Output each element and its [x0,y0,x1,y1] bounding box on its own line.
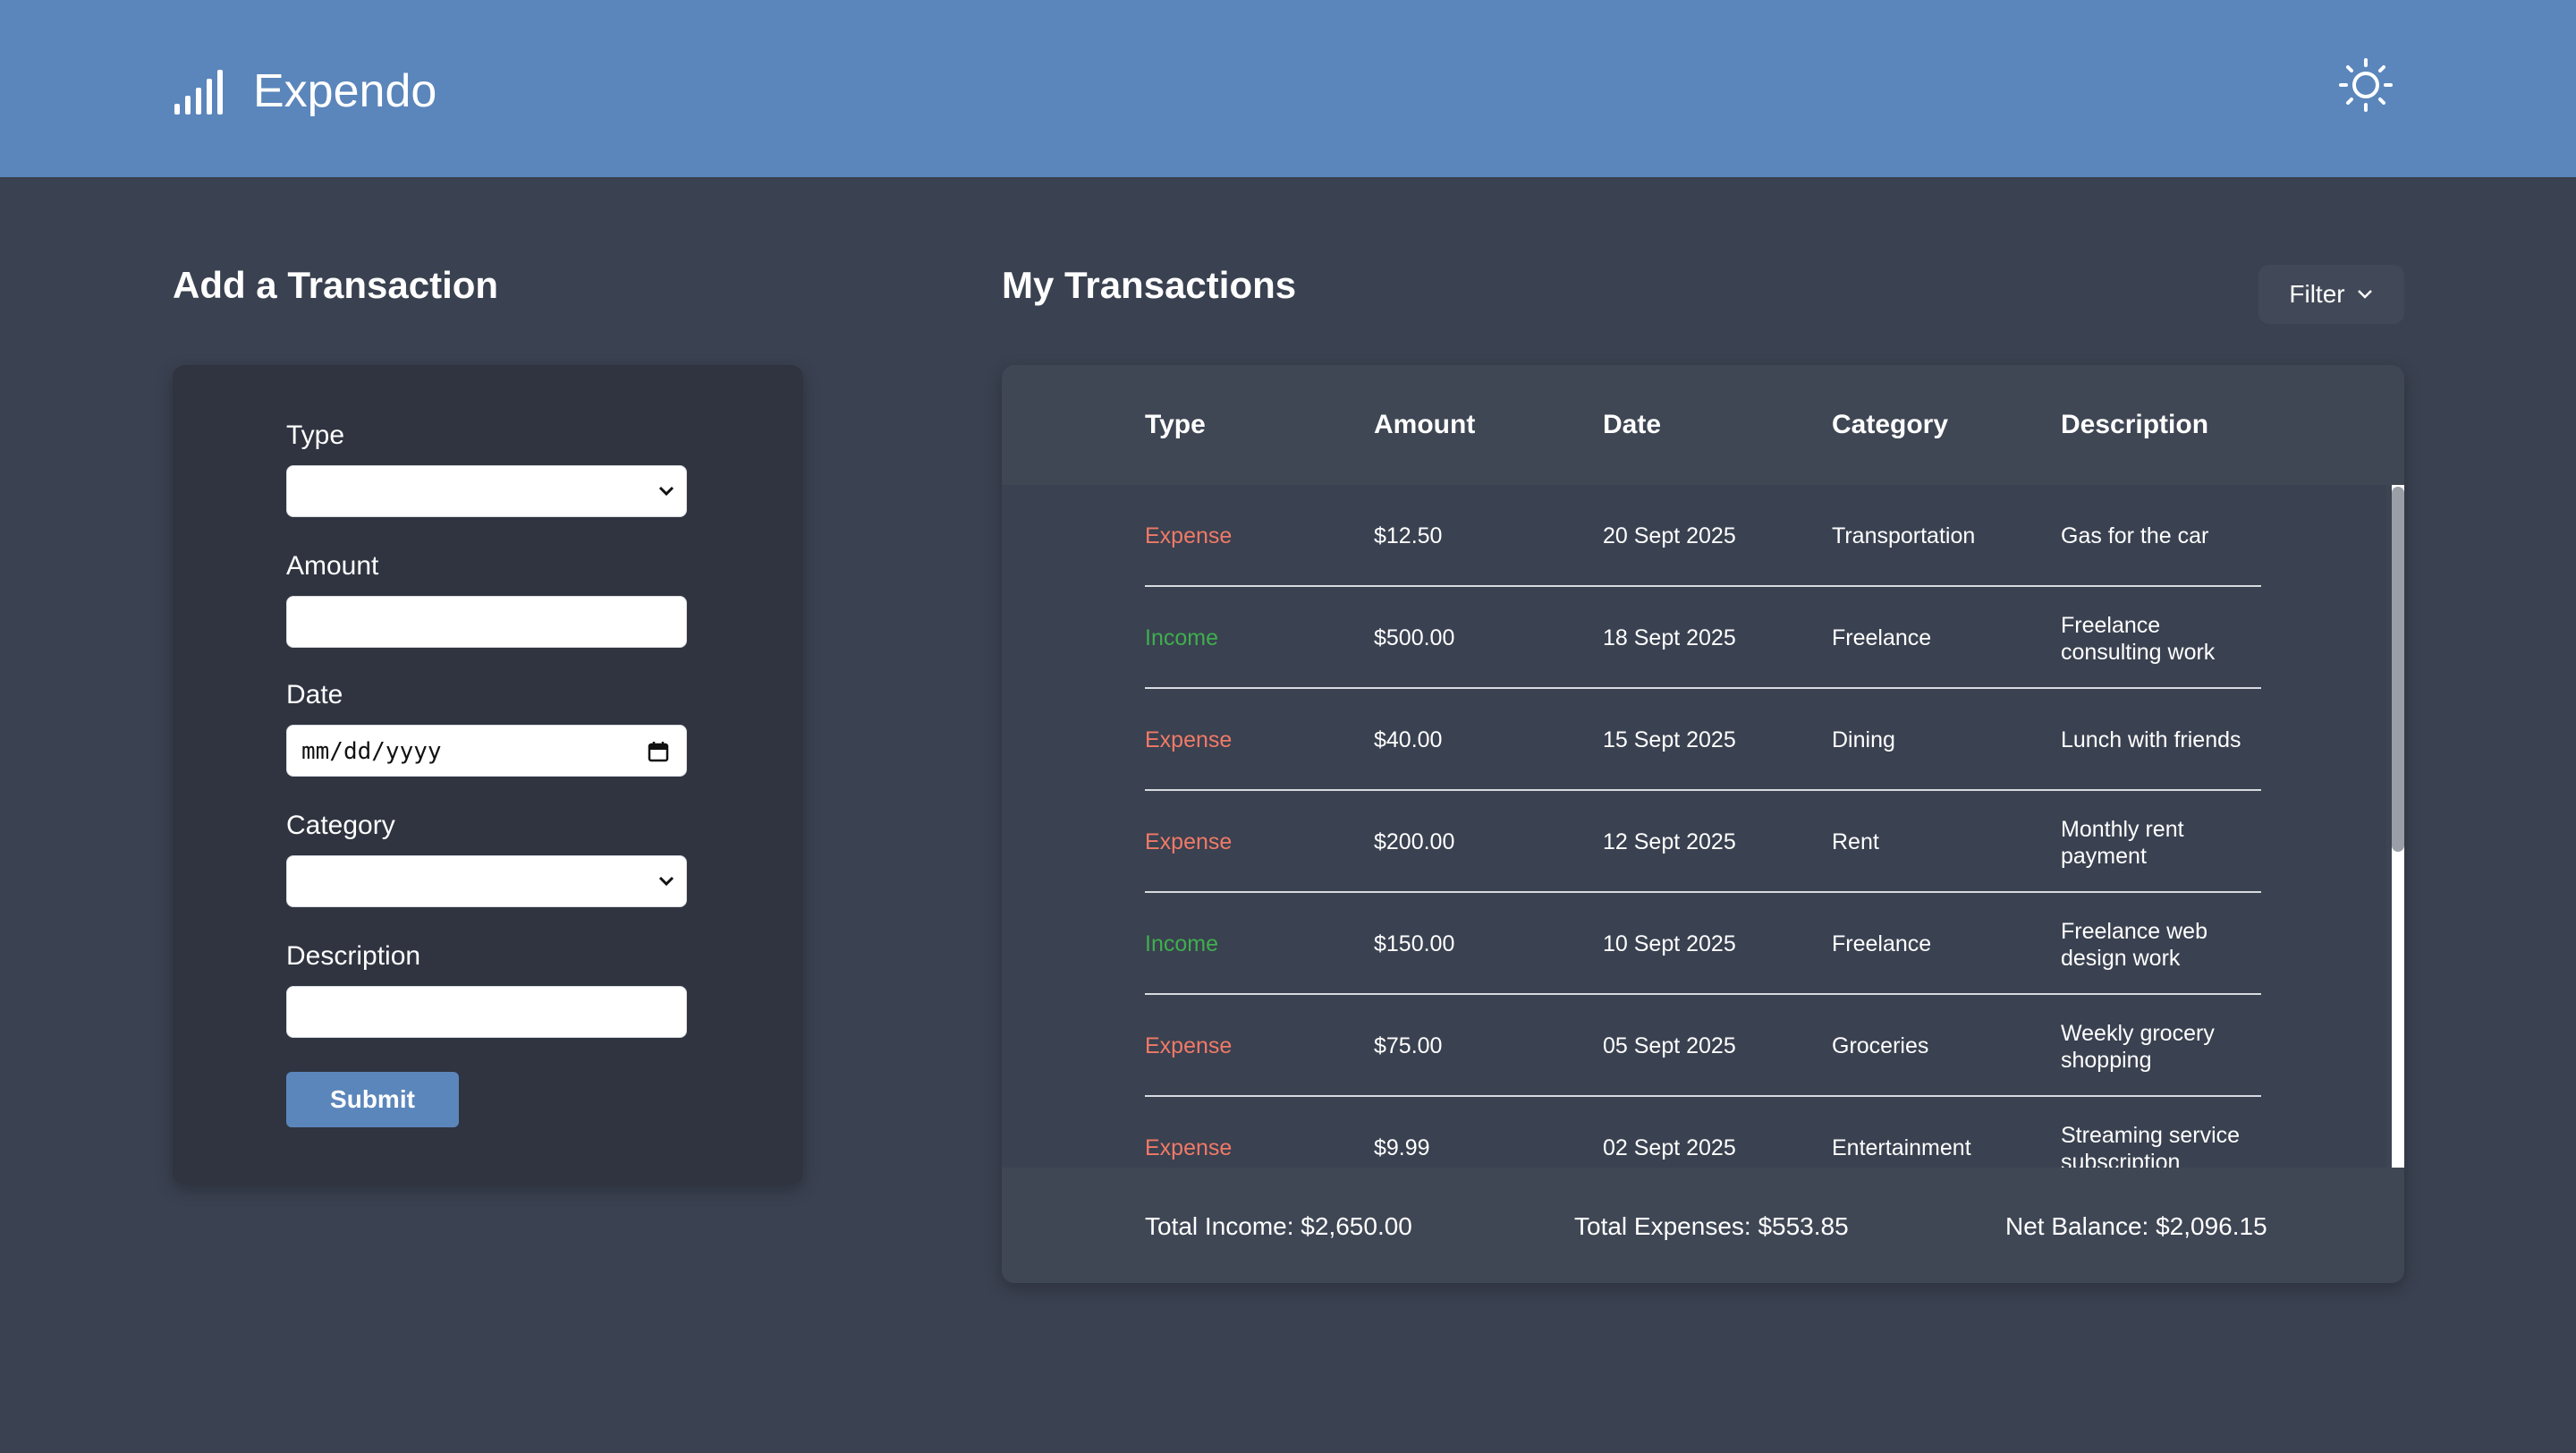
cell-amount: $75.00 [1374,1033,1443,1058]
cell-type: Expense [1145,1135,1233,1160]
description-line: payment [2061,844,2147,869]
cell-description: Gas for the car [2061,523,2208,549]
cell-date: 05 Sept 2025 [1603,1033,1736,1058]
description-input[interactable] [286,986,687,1038]
cell-description: Freelance consulting work [2061,612,2215,666]
cell-date: 20 Sept 2025 [1603,523,1736,548]
column-header-date[interactable]: Date [1603,410,1661,440]
type-label: Type [286,421,345,450]
description-line: shopping [2061,1048,2152,1073]
date-label: Date [286,680,343,710]
cell-description: Lunch with friends [2061,726,2241,753]
table-header: Type Amount Date Category Description [1002,365,2404,485]
totals-footer: Total Income: $2,650.00 Total Expenses: … [1002,1168,2404,1283]
cell-date: 12 Sept 2025 [1603,829,1736,854]
description-line: Gas for the car [2061,523,2209,548]
column-header-amount[interactable]: Amount [1374,410,1475,440]
table-row[interactable]: Income $150.00 10 Sept 2025 Freelance Fr… [1002,893,2386,995]
description-line: Freelance [2061,613,2161,638]
table-row[interactable]: Expense $9.99 02 Sept 2025 Entertainment… [1002,1097,2386,1168]
cell-type: Expense [1145,829,1233,854]
date-placeholder: mm/dd/yyyy [301,738,442,765]
cell-description: Weekly grocery shopping [2061,1020,2215,1074]
cell-amount: $150.00 [1374,931,1455,956]
scrollbar-thumb[interactable] [2392,487,2404,852]
table-row[interactable]: Income $500.00 18 Sept 2025 Freelance Fr… [1002,587,2386,689]
description-line: subscription [2061,1150,2181,1168]
cell-amount: $40.00 [1374,727,1443,752]
cell-type: Expense [1145,1033,1233,1058]
transactions-table: Type Amount Date Category Description Ex… [1002,365,2404,1283]
signal-bars-icon [174,70,223,115]
cell-date: 10 Sept 2025 [1603,931,1736,956]
cell-category: Groceries [1832,1033,1929,1058]
total-expenses: Total Expenses: $553.85 [1574,1212,1849,1240]
chevron-down-icon [658,486,674,497]
net-balance: Net Balance: $2,096.15 [2005,1212,2267,1240]
date-input[interactable]: mm/dd/yyyy [286,725,687,777]
category-label: Category [286,811,395,840]
description-line: design work [2061,946,2181,971]
description-line: Streaming service [2061,1123,2241,1148]
chevron-down-icon [658,876,674,887]
cell-description: Freelance web design work [2061,918,2207,972]
cell-amount: $12.50 [1374,523,1443,548]
table-row[interactable]: Expense $75.00 05 Sept 2025 Groceries We… [1002,995,2386,1097]
cell-amount: $500.00 [1374,625,1455,650]
cell-category: Transportation [1832,523,1976,548]
cell-category: Rent [1832,829,1879,854]
column-header-type[interactable]: Type [1145,410,1206,440]
cell-description: Monthly rent payment [2061,816,2184,870]
cell-type: Income [1145,625,1218,650]
brand[interactable]: Expendo [173,64,436,118]
add-transaction-title: Add a Transaction [173,264,499,306]
description-line: Lunch with friends [2061,727,2241,752]
amount-label: Amount [286,551,379,581]
cell-date: 15 Sept 2025 [1603,727,1736,752]
add-transaction-form: Type Amount Date mm/dd/yyyy Category Des… [173,365,803,1185]
table-row[interactable]: Expense $40.00 15 Sept 2025 Dining Lunch… [1002,689,2386,791]
category-select[interactable] [286,855,687,907]
cell-type: Expense [1145,523,1233,548]
cell-description: Streaming service subscription [2061,1122,2240,1168]
filter-button[interactable]: Filter [2258,265,2404,324]
filter-label: Filter [2289,280,2345,308]
column-header-category[interactable]: Category [1832,410,1948,440]
cell-category: Entertainment [1832,1135,1971,1160]
description-line: Monthly rent [2061,817,2184,842]
cell-type: Income [1145,931,1218,956]
column-header-description[interactable]: Description [2061,410,2208,440]
cell-date: 02 Sept 2025 [1603,1135,1736,1160]
amount-input[interactable] [286,596,687,648]
cell-amount: $9.99 [1374,1135,1430,1160]
chevron-down-icon [2357,290,2372,299]
description-line: consulting work [2061,640,2216,665]
table-row[interactable]: Expense $12.50 20 Sept 2025 Transportati… [1002,485,2386,587]
cell-category: Freelance [1832,931,1932,956]
my-transactions-title: My Transactions [1002,264,1297,306]
description-line: Freelance web [2061,919,2207,944]
table-row[interactable]: Expense $200.00 12 Sept 2025 Rent Monthl… [1002,791,2386,893]
cell-category: Freelance [1832,625,1932,650]
description-label: Description [286,941,421,971]
table-body[interactable]: Expense $12.50 20 Sept 2025 Transportati… [1002,485,2386,1168]
sun-icon[interactable] [2338,57,2394,113]
total-income: Total Income: $2,650.00 [1145,1212,1412,1240]
description-line: Weekly grocery [2061,1021,2215,1046]
cell-category: Dining [1832,727,1895,752]
calendar-icon[interactable] [647,740,670,763]
app-header: Expendo [0,0,2576,177]
cell-date: 18 Sept 2025 [1603,625,1736,650]
cell-type: Expense [1145,727,1233,752]
app-title: Expendo [253,65,437,117]
type-select[interactable] [286,465,687,517]
submit-button[interactable]: Submit [286,1072,459,1127]
cell-amount: $200.00 [1374,829,1455,854]
